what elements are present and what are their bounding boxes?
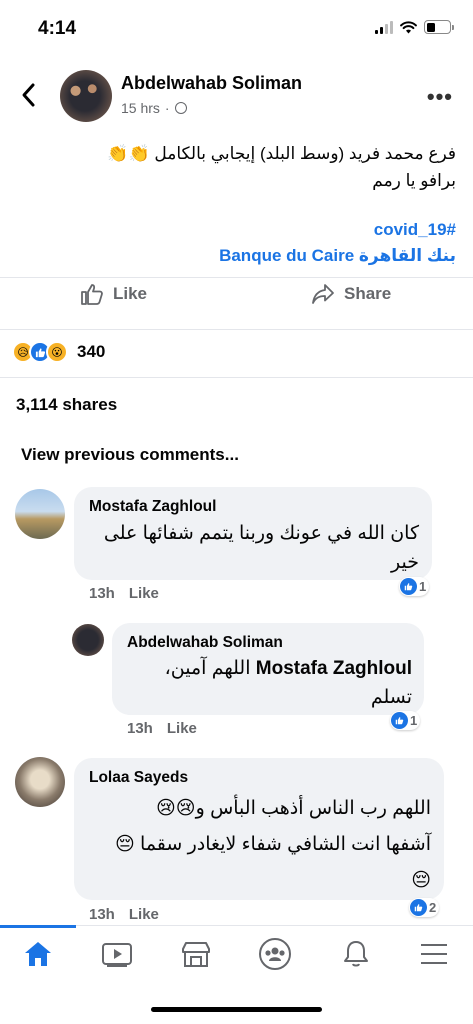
comment-text: Mostafa Zaghloul اللهم آمين، تسلم <box>127 654 412 712</box>
separator-dot: · <box>164 100 170 116</box>
commenter-avatar[interactable] <box>15 489 65 539</box>
share-icon <box>312 284 334 304</box>
commenter-name[interactable]: Abdelwahab Soliman <box>127 634 283 652</box>
home-indicator <box>151 1007 322 1012</box>
battery-icon <box>424 20 454 34</box>
commenter-name[interactable]: Lolaa Sayeds <box>89 769 188 787</box>
divider <box>0 277 473 278</box>
like-reaction-icon <box>400 578 417 595</box>
comment-reaction-count: 1 <box>419 579 427 594</box>
comment-like-button[interactable]: Like <box>129 585 159 602</box>
menu-icon[interactable] <box>414 934 454 974</box>
post-time[interactable]: 15 hrs <box>121 100 160 116</box>
post-tags: #covid_19 بنك القاهرة Banque du Caire <box>219 217 456 269</box>
like-button[interactable]: Like <box>80 283 147 305</box>
thumbs-up-icon <box>81 284 103 305</box>
share-label: Share <box>344 284 392 303</box>
back-button[interactable] <box>20 82 36 114</box>
video-icon[interactable] <box>97 934 137 974</box>
more-options-button[interactable]: ••• <box>427 84 453 110</box>
post-meta: 15 hrs · <box>121 100 187 116</box>
chevron-left-icon <box>22 83 35 107</box>
comment-time: 13h <box>127 720 153 737</box>
like-reaction-icon <box>410 899 427 916</box>
like-label: Like <box>113 284 148 303</box>
post-text-line: فرع محمد فريد (وسط البلد) إيجابي بالكامل… <box>107 144 456 163</box>
comment-text: اللهم رب الناس أذهب البأس و😢😢 آشفها انت … <box>89 791 431 899</box>
comment-text: كان الله في عونك وربنا يتمم شفائها على خ… <box>103 523 419 573</box>
divider <box>0 377 473 378</box>
status-bar: 4:14 <box>0 0 473 58</box>
reaction-summary[interactable]: 😥 😮 340 <box>12 341 105 363</box>
status-icons <box>375 20 454 34</box>
marketplace-icon[interactable] <box>176 934 216 974</box>
comment-reaction-count: 1 <box>410 713 418 728</box>
post-header: Abdelwahab Soliman 15 hrs · ••• <box>0 66 473 126</box>
like-reaction-icon <box>391 712 408 729</box>
hashtag-link[interactable]: #covid_19 <box>219 217 456 243</box>
comment-reaction-count: 2 <box>429 900 437 915</box>
comment-reaction-badge[interactable]: 1 <box>390 711 421 730</box>
wifi-icon <box>400 20 417 33</box>
page-tag-link[interactable]: بنك القاهرة Banque du Caire <box>219 243 456 269</box>
active-tab-indicator <box>0 925 76 928</box>
view-previous-comments[interactable]: View previous comments... <box>21 445 239 465</box>
comment-time: 13h <box>89 906 115 923</box>
commenter-name[interactable]: Mostafa Zaghloul <box>89 498 216 516</box>
reaction-count: 340 <box>77 342 106 361</box>
comment-reaction-badge[interactable]: 1 <box>399 577 430 596</box>
shares-count[interactable]: 3,114 shares <box>16 395 117 415</box>
globe-icon <box>174 102 187 114</box>
post-actions: Like Share <box>0 283 473 323</box>
bottom-tab-bar <box>0 925 473 985</box>
mention-link[interactable]: Mostafa Zaghloul <box>256 658 412 679</box>
wow-reaction-icon: 😮 <box>46 341 68 363</box>
home-icon[interactable] <box>18 934 58 974</box>
author-name[interactable]: Abdelwahab Soliman <box>121 73 302 94</box>
post-text: فرع محمد فريد (وسط البلد) إيجابي بالكامل… <box>26 140 456 194</box>
comment-reaction-badge[interactable]: 2 <box>409 898 440 917</box>
comment-text-line: اللهم رب الناس أذهب البأس و😢😢 <box>156 798 431 819</box>
groups-icon[interactable] <box>255 934 295 974</box>
comment-text-line: آشفها انت الشافي شفاء لايغادر سقما 😔 <box>114 834 431 855</box>
share-button[interactable]: Share <box>311 283 391 305</box>
comment-footer: 13h Like <box>89 585 159 602</box>
author-avatar[interactable] <box>60 70 112 122</box>
comment-like-button[interactable]: Like <box>129 906 159 923</box>
divider <box>0 329 473 330</box>
commenter-avatar[interactable] <box>15 757 65 807</box>
signal-icon <box>375 20 393 34</box>
comment-text-line: 😔 <box>411 870 431 891</box>
status-time: 4:14 <box>38 18 77 39</box>
post-text-line: برافو يا رمم <box>372 171 456 190</box>
commenter-avatar[interactable] <box>72 624 104 656</box>
comment-footer: 13h Like <box>127 720 197 737</box>
comment-time: 13h <box>89 585 115 602</box>
notifications-icon[interactable] <box>336 934 376 974</box>
comment-footer: 13h Like <box>89 906 159 923</box>
comment-like-button[interactable]: Like <box>167 720 197 737</box>
